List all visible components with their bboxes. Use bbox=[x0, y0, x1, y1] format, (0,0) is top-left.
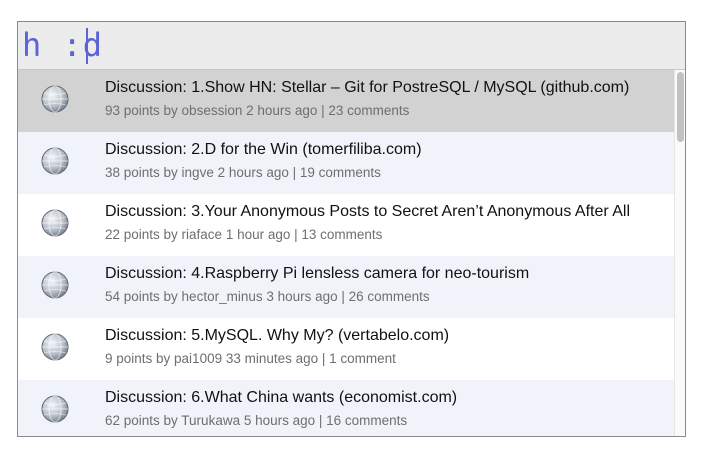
result-title: Discussion: 5.MySQL. Why My? (vertabelo.… bbox=[105, 327, 450, 344]
globe-icon bbox=[41, 147, 69, 175]
result-meta: 22 points by riaface 1 hour ago | 13 com… bbox=[105, 227, 383, 242]
result-row[interactable]: Discussion: 3.Your Anonymous Posts to Se… bbox=[18, 194, 676, 256]
globe-icon bbox=[41, 85, 69, 113]
result-title: Discussion: 1.Show HN: Stellar – Git for… bbox=[105, 79, 630, 96]
result-row[interactable]: Discussion: 4.Raspberry Pi lensless came… bbox=[18, 256, 676, 318]
search-input[interactable]: h :d bbox=[22, 25, 103, 65]
result-row[interactable]: Discussion: 5.MySQL. Why My? (vertabelo.… bbox=[18, 318, 676, 380]
globe-icon bbox=[41, 271, 69, 299]
result-title: Discussion: 4.Raspberry Pi lensless came… bbox=[105, 265, 530, 282]
result-meta: 62 points by Turukawa 5 hours ago | 16 c… bbox=[105, 413, 408, 428]
launcher-window: h :d Discussion: 1.Show HN: Stellar – Gi… bbox=[17, 21, 686, 437]
result-row[interactable]: Discussion: 2.D for the Win (tomerfiliba… bbox=[18, 132, 676, 194]
result-title: Discussion: 3.Your Anonymous Posts to Se… bbox=[105, 203, 631, 220]
result-title: Discussion: 2.D for the Win (tomerfiliba… bbox=[105, 141, 422, 158]
results-scrollbar[interactable] bbox=[674, 70, 685, 436]
result-row[interactable]: Discussion: 1.Show HN: Stellar – Git for… bbox=[18, 70, 676, 132]
globe-icon bbox=[41, 209, 69, 237]
scrollbar-thumb[interactable] bbox=[677, 72, 684, 142]
globe-icon bbox=[41, 333, 69, 361]
result-row[interactable]: Discussion: 6.What China wants (economis… bbox=[18, 380, 676, 436]
result-meta: 38 points by ingve 2 hours ago | 19 comm… bbox=[105, 165, 381, 180]
text-caret bbox=[86, 28, 88, 64]
results-list: Discussion: 1.Show HN: Stellar – Git for… bbox=[18, 70, 676, 436]
result-meta: 93 points by obsession 2 hours ago | 23 … bbox=[105, 103, 410, 118]
result-title: Discussion: 6.What China wants (economis… bbox=[105, 389, 458, 406]
result-meta: 9 points by pai1009 33 minutes ago | 1 c… bbox=[105, 351, 396, 366]
globe-icon bbox=[41, 395, 69, 423]
result-meta: 54 points by hector_minus 3 hours ago | … bbox=[105, 289, 430, 304]
search-bar[interactable]: h :d bbox=[18, 22, 685, 70]
